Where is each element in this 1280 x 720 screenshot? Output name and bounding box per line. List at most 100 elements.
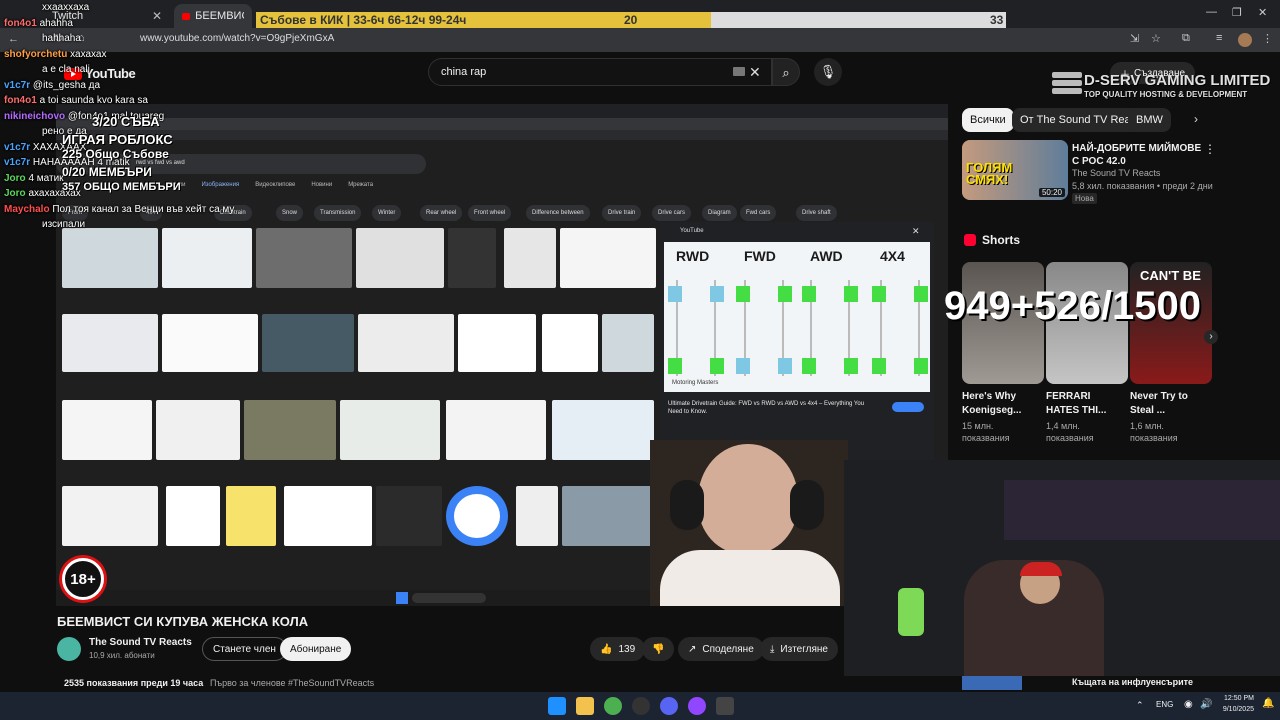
short-title[interactable]: Here's Why Koenigseg... [962,390,1042,418]
image-result [62,314,158,372]
share-button[interactable]: ↗ Споделяне [678,637,764,661]
short-views: 1,6 млн. показвания [1130,421,1178,443]
language-indicator[interactable]: ENG [1156,700,1173,709]
image-result [166,486,220,546]
clear-icon[interactable]: ✕ [749,64,761,81]
chat-username: v1c7r [4,141,33,153]
terminal-icon[interactable] [716,697,734,715]
home-icon[interactable]: ⌂ [78,32,85,44]
sub-goal-current: 20 [624,13,638,27]
channel-name[interactable]: The Sound TV Reacts [89,637,192,648]
inner-tab: Мрежата [348,182,374,188]
clock-date[interactable]: 9/10/2025 [1218,706,1254,713]
notifications-icon[interactable]: 🔔 [1262,698,1274,709]
address-bar: ← ↻ ⌂ www.youtube.com/watch?v=O9gPjeXmGx… [0,28,1280,52]
video-meta-extra: Първо за членове #TheSoundTVReacts [210,678,375,688]
short-title[interactable]: FERRARI HATES THI... [1046,390,1126,418]
join-button[interactable]: Станете член [202,637,287,661]
wheel-icon [844,358,858,374]
video-player[interactable]: rwd vs fwd vs awd Всички Изображения Вид… [56,104,948,606]
sub-goal-target: 33 [990,13,1004,27]
bottom-video-title[interactable]: Къщата на инфлуенсърите [1072,677,1200,687]
image-result [356,228,444,288]
more-options-icon[interactable]: ⋮ [1204,142,1216,156]
download-icon: ⤓ [770,643,775,655]
shorts-next-icon[interactable]: › [1204,330,1218,344]
image-result [256,228,352,288]
menu-dots-icon[interactable]: ⋮ [1262,32,1273,45]
discord-icon[interactable] [660,697,678,715]
members-total-text: 357 ОБЩО МЕМБЪРИ [62,181,181,193]
search-button[interactable]: ⌕ [772,58,800,86]
maximize-icon[interactable]: ❐ [1232,6,1242,19]
chip-all[interactable]: Всички [962,108,1014,132]
image-result [562,486,654,546]
channel-avatar[interactable] [57,637,81,661]
reload-icon[interactable]: ↻ [54,32,63,45]
image-result [162,314,258,372]
twitch-icon[interactable] [688,697,706,715]
clock-time[interactable]: 12:50 PM [1220,695,1254,702]
like-button[interactable]: 👍 139 [590,637,646,661]
inner-chip: Transmission [314,205,362,221]
back-icon[interactable]: ← [8,33,19,45]
featured-title[interactable]: НАЙ-ДОБРИТЕ МИЙМОВЕ С РОС 42.0 [1072,142,1202,168]
chrome-icon[interactable] [604,697,622,715]
chips-next-icon[interactable]: › [1194,112,1198,126]
image-result [284,486,372,546]
url-text[interactable]: www.youtube.com/watch?v=O9gPjeXmGxA [140,33,334,44]
featured-channel[interactable]: The Sound TV Reacts [1072,168,1160,178]
voice-search-button[interactable]: 🎙 [814,58,842,86]
subscribe-button[interactable]: Абониране [280,637,352,661]
image-result [62,228,158,288]
start-icon[interactable] [548,697,566,715]
sub-goal-bar: Събове в КИК | 33-6ч 66-12ч 99-24ч 20 33 [256,12,1006,28]
keyboard-icon[interactable] [733,67,745,76]
wheel-icon [802,358,816,374]
tab-twitch[interactable]: Twitch ✕ [4,4,170,28]
file-explorer-icon[interactable] [576,697,594,715]
short-title[interactable]: Never Try to Steal ... [1130,390,1210,418]
bookmark-star-icon[interactable]: ☆ [1151,32,1161,45]
image-result [542,314,598,372]
close-window-icon[interactable]: ✕ [1258,6,1267,19]
chat-username: Joro [4,172,29,184]
subs-total-text: 225 Общо Събове [62,147,169,161]
media-control-icon[interactable]: ≡ [1216,32,1222,44]
profile-avatar[interactable] [1238,33,1252,47]
image-result [552,400,654,460]
tab-youtube[interactable]: БЕЕМВИСТ СИ КУПУВА ЖЕ... [174,4,252,28]
chip-bmw[interactable]: BMW [1128,108,1171,132]
obs-icon[interactable] [632,697,650,715]
tray-expand-icon[interactable]: ⌃ [1136,700,1144,711]
close-icon[interactable]: ✕ [152,9,162,23]
search-box[interactable]: china rap ✕ [428,58,772,86]
site-info-icon[interactable] [98,34,132,46]
minimize-icon[interactable]: — [1206,6,1217,18]
extensions-icon[interactable]: ⧉ [1182,32,1190,45]
inner-chip: 4x4 [140,205,162,221]
featured-thumbnail[interactable]: ГОЛЯМ СМЯХ! 50:20 [962,140,1068,200]
preview-title: Ultimate Drivetrain Guide: FWD vs RWD vs… [668,401,865,415]
download-button[interactable]: ⤓ Изтегляне [760,637,838,661]
youtube-logo[interactable]: YouTube [64,66,136,81]
image-result [446,400,546,460]
bottom-video-thumbnail[interactable] [962,676,1022,690]
install-icon[interactable]: ⇲ [1130,32,1139,45]
wheel-icon [872,286,886,302]
red-cap [1020,562,1062,576]
room-camera-feed [844,460,1280,676]
wifi-icon[interactable]: ◉ [1184,699,1193,710]
sponsor-tagline: TOP QUALITY HOSTING & DEVELOPMENT [1084,90,1248,99]
inner-chip: Drivetrain [214,205,252,221]
image-result [162,228,252,288]
streamer-shirt [660,550,840,606]
search-input[interactable]: china rap [441,66,486,78]
wheel-icon [914,286,928,302]
image-result [156,400,240,460]
inner-chip: Front wheel [468,205,512,221]
inner-chip: Drive train [602,205,642,221]
volume-icon[interactable]: 🔊 [1200,699,1212,710]
dislike-button[interactable]: 👎 [642,637,675,661]
drink-bottle [898,588,924,636]
